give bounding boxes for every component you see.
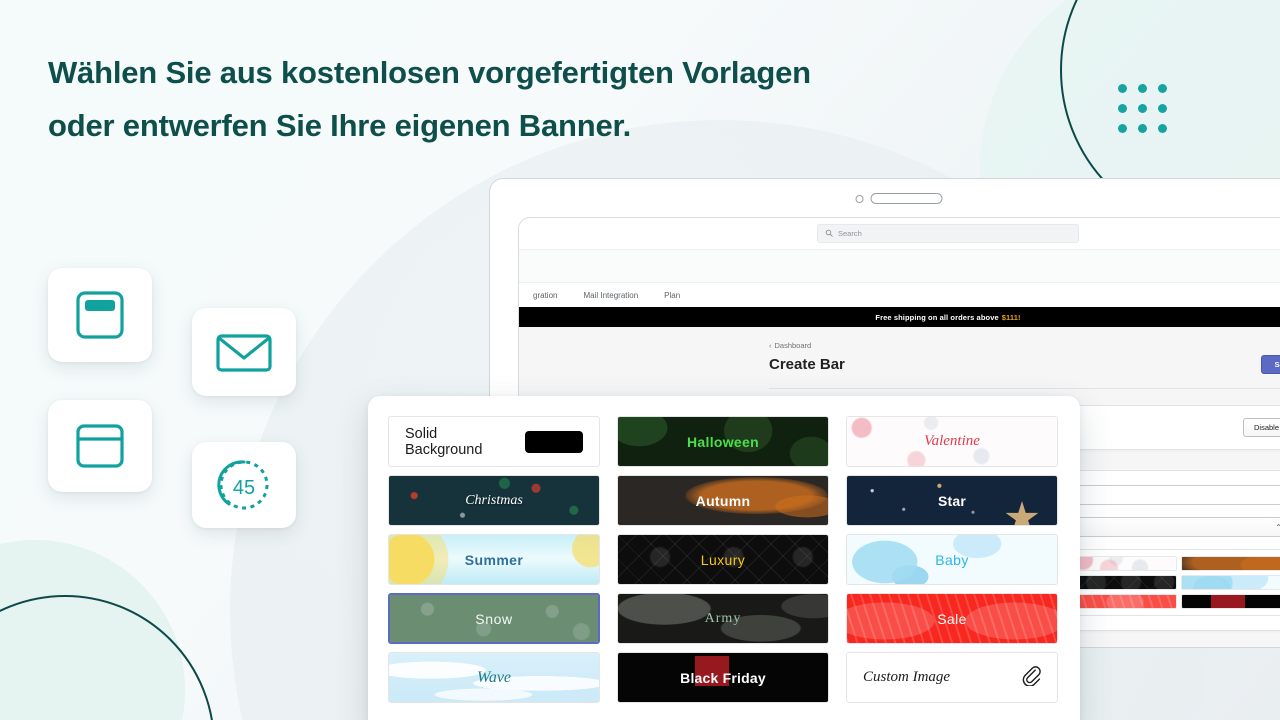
template-label: Autumn <box>695 492 751 509</box>
background-ring-bottom-left <box>0 595 215 720</box>
template-card-baby[interactable]: Baby <box>846 534 1058 585</box>
announcement-bar-preview: Free shipping on all orders above $111! <box>519 307 1280 327</box>
feature-card-countdown: 45 <box>192 442 296 528</box>
template-card-autumn[interactable]: Autumn <box>617 475 829 526</box>
browser-secondary-bar <box>519 250 1280 283</box>
mini-tile[interactable] <box>1075 594 1177 609</box>
mini-tile[interactable] <box>1075 556 1177 571</box>
template-label: Solid Background <box>405 425 483 458</box>
page-headline: Wählen Sie aus kostenlosen vorgefertigte… <box>48 55 811 144</box>
template-card-wave[interactable]: Wave <box>388 652 600 703</box>
template-label: Summer <box>464 551 524 568</box>
template-card-custom-image[interactable]: Custom Image <box>846 652 1058 703</box>
countdown-timer-icon: 45 <box>215 456 273 514</box>
chevron-updown-icon: ⌃ <box>1275 523 1280 532</box>
mini-tile[interactable] <box>1181 594 1280 609</box>
template-card-solid-background[interactable]: Solid Background <box>388 416 600 467</box>
page-header: ‹ Dashboard Create Bar Save <box>519 341 1280 374</box>
nav-tab-integration[interactable]: gration <box>533 291 557 300</box>
template-label: Christmas <box>465 492 523 508</box>
template-label: Army <box>704 610 742 626</box>
template-label: Baby <box>935 551 969 568</box>
dot-grid-decoration <box>1118 84 1172 138</box>
chevron-left-icon: ‹ <box>769 341 772 350</box>
template-label: Black Friday <box>680 669 766 686</box>
nav-tab-mail-integration[interactable]: Mail Integration <box>583 291 638 300</box>
paperclip-icon[interactable] <box>1021 664 1041 691</box>
mini-tile[interactable] <box>1075 575 1177 590</box>
feature-card-header-window <box>48 400 152 492</box>
template-label: Snow <box>475 610 513 627</box>
feature-card-mail <box>192 308 296 396</box>
speaker-pill <box>870 193 943 204</box>
template-card-snow[interactable]: Snow <box>388 593 600 644</box>
template-label: Luxury <box>700 551 746 568</box>
breadcrumb-label: Dashboard <box>774 341 812 350</box>
template-label: Sale <box>937 610 967 627</box>
banner-bar-icon <box>73 288 127 342</box>
search-icon <box>825 229 833 239</box>
disable-button[interactable]: Disable <box>1242 418 1280 437</box>
countdown-value: 45 <box>233 477 255 499</box>
template-card-army[interactable]: Army <box>617 593 829 644</box>
template-card-valentine[interactable]: Valentine <box>846 416 1058 467</box>
camera-dot-icon <box>855 194 864 203</box>
template-grid: Solid Background Halloween Valentine Chr… <box>388 416 1060 703</box>
browser-toolbar: Search <box>519 218 1280 250</box>
template-card-halloween[interactable]: Halloween <box>617 416 829 467</box>
template-card-luxury[interactable]: Luxury <box>617 534 829 585</box>
template-card-summer[interactable]: Summer <box>388 534 600 585</box>
laptop-camera-notch <box>855 193 943 204</box>
background-circle-mint-bottom-left <box>0 540 185 720</box>
page-title-row: Create Bar Save <box>769 355 1280 374</box>
template-label: Wave <box>476 668 512 686</box>
template-card-sale[interactable]: Sale <box>846 593 1058 644</box>
feature-card-banner-bar <box>48 268 152 362</box>
page-title: Create Bar <box>769 356 845 373</box>
template-picker-panel: Solid Background Halloween Valentine Chr… <box>368 396 1080 720</box>
announcement-text: Free shipping on all orders above <box>875 312 999 322</box>
mini-tile[interactable] <box>1181 556 1280 571</box>
mini-tile[interactable] <box>1181 575 1280 590</box>
search-input[interactable]: Search <box>817 224 1079 243</box>
template-label: Custom Image <box>863 669 951 685</box>
nav-tab-plan[interactable]: Plan <box>664 291 680 300</box>
template-card-black-friday[interactable]: Black Friday <box>617 652 829 703</box>
template-label: Star <box>937 492 967 509</box>
breadcrumb[interactable]: ‹ Dashboard <box>769 341 1280 350</box>
header-window-icon <box>73 419 127 473</box>
mail-envelope-icon <box>214 328 274 376</box>
solid-color-swatch[interactable] <box>525 430 583 453</box>
app-nav-tabs: gration Mail Integration Plan <box>519 283 1280 307</box>
template-label: Valentine <box>924 433 980 449</box>
promo-screenshot: Wählen Sie aus kostenlosen vorgefertigte… <box>0 0 1280 720</box>
announcement-amount: $111! <box>1001 312 1021 322</box>
search-placeholder: Search <box>838 229 862 238</box>
template-card-star[interactable]: Star <box>846 475 1058 526</box>
template-label: Halloween <box>687 433 759 450</box>
template-card-christmas[interactable]: Christmas <box>388 475 600 526</box>
save-button[interactable]: Save <box>1261 355 1280 374</box>
